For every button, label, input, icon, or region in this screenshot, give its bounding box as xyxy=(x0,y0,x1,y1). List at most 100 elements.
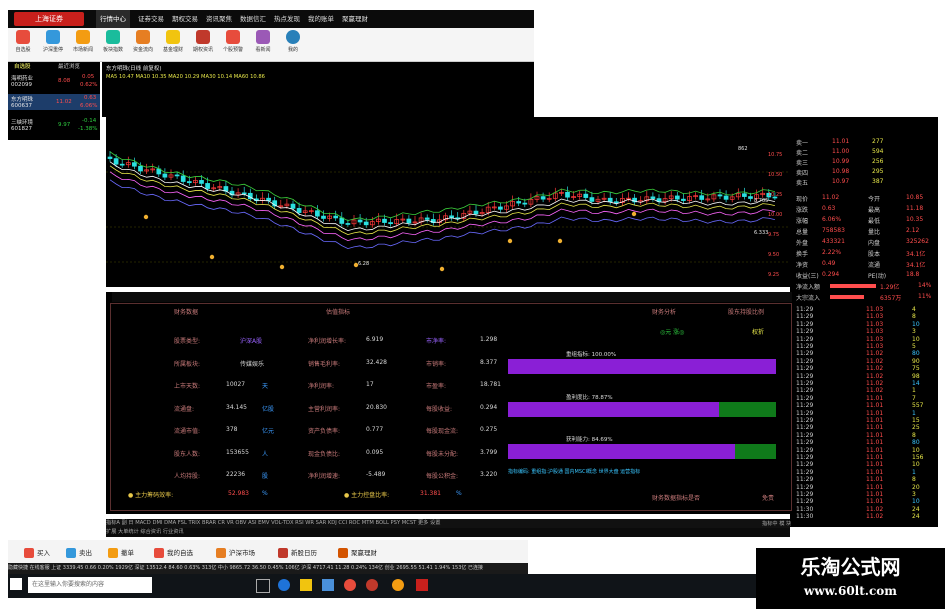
my-watchlist-button[interactable]: 我的自选 xyxy=(154,547,193,558)
tick-volume: 24 xyxy=(912,513,920,521)
cancel-order-button[interactable]: 撤单 xyxy=(108,547,134,558)
fin-unit: 股 xyxy=(262,473,269,480)
menu-item-bill[interactable]: 我的账单 xyxy=(304,10,338,28)
menu-item-news[interactable]: 资讯聚焦 xyxy=(202,10,236,28)
app-icon[interactable] xyxy=(392,579,404,591)
stat-label: 量比 xyxy=(868,229,881,236)
store-icon[interactable] xyxy=(322,579,334,591)
finance-button[interactable]: 聚赢理财 xyxy=(338,547,377,558)
ipo-calendar-button[interactable]: 新股日历 xyxy=(278,547,317,558)
fin-value: 32.428 xyxy=(366,358,387,366)
stat-value: 433321 xyxy=(822,238,845,245)
tool-sector[interactable]: 板块指数 xyxy=(102,30,124,53)
buy-button[interactable]: 买入 xyxy=(24,547,50,558)
app-icon[interactable] xyxy=(366,579,378,591)
tick-price: 11.01 xyxy=(866,468,884,476)
chart-tabs[interactable]: 东方明珠(日线 前复权) xyxy=(106,64,162,72)
menu-item-hot[interactable]: 热点发现 xyxy=(270,10,304,28)
market-button[interactable]: 沪深市场 xyxy=(216,547,255,558)
watch-row[interactable]: 三峡环境 601827 9.97 -0.14 -1.38% xyxy=(8,118,100,134)
folder-icon[interactable] xyxy=(300,579,312,591)
price-axis: 10.75 10.50 10.25 10.00 9.75 9.50 9.25 xyxy=(768,152,783,278)
indicator-right[interactable]: 指标中 模 块 xyxy=(762,520,791,527)
tool-alert[interactable]: 个股预警 xyxy=(222,30,244,53)
candle-body xyxy=(674,195,680,200)
tick-volume: 156 xyxy=(912,454,924,461)
tick-price: 11.02 xyxy=(866,513,884,521)
windows-start-icon[interactable] xyxy=(10,578,22,590)
flow-label: 净流入额 xyxy=(796,284,821,291)
tick-time: 11:29 xyxy=(796,350,814,358)
watch-row-selected[interactable]: 东方明珠 600637 11.02 0.63 6.06% xyxy=(8,94,100,110)
tool-flow[interactable]: 资金流向 xyxy=(132,30,154,53)
tick-volume: 98 xyxy=(912,372,920,380)
fin-bottom-value: 31.381 xyxy=(420,490,441,497)
menu-item-trade[interactable]: 证券交易 xyxy=(134,10,168,28)
calendar-icon xyxy=(278,548,288,558)
tick-volume: 24 xyxy=(912,505,920,513)
ask-volume: 387 xyxy=(872,178,884,185)
fin-value: 沪深A股 xyxy=(240,338,263,345)
chart-high-label: 862 xyxy=(738,146,748,152)
edge-icon[interactable] xyxy=(278,579,290,591)
fin-right-bottom-link[interactable]: 财务数据指标是否 xyxy=(652,493,700,502)
flow-label: 大宗流入 xyxy=(796,295,821,302)
candle-body xyxy=(107,156,113,159)
candle-body xyxy=(583,193,589,198)
sell-button[interactable]: 卖出 xyxy=(66,547,92,558)
tick-price: 11.01 xyxy=(866,417,884,424)
app-icon[interactable] xyxy=(344,579,356,591)
tab-recent[interactable]: 最近浏览 xyxy=(58,62,80,72)
bar-fill xyxy=(508,401,720,417)
kline-svg xyxy=(106,151,790,272)
tick-price: 11.01 xyxy=(866,461,884,469)
tick-price: 11.01 xyxy=(866,424,884,432)
candle-body xyxy=(186,181,192,184)
fin-label: 股东人数: xyxy=(174,450,201,458)
candle-body xyxy=(138,165,143,172)
analysis-tab[interactable]: 权折 xyxy=(752,327,764,336)
tool-view-news[interactable]: 看新闻 xyxy=(252,30,274,53)
tool-watchlist[interactable]: 自选股 xyxy=(12,30,34,53)
candle-body xyxy=(113,158,119,165)
tick-time: 11:29 xyxy=(796,483,814,491)
tick-time: 11:29 xyxy=(796,380,814,387)
tick-price: 11.02 xyxy=(866,372,884,380)
tool-mine[interactable]: 我的 xyxy=(282,30,304,53)
fund-icon xyxy=(166,30,180,44)
task-view-icon[interactable] xyxy=(256,579,270,593)
menu-item-finance[interactable]: 聚赢理财 xyxy=(338,10,372,28)
fin-unit: 亿元 xyxy=(262,428,275,435)
extension-tabs[interactable]: 扩展 大单统计 综合资讯 行业资讯 xyxy=(106,528,790,537)
tool-market[interactable]: 沪深重停 xyxy=(42,30,64,53)
taskbar-search-input[interactable]: 在这里输入你要搜索的内容 xyxy=(28,577,152,593)
stat-label: 换手 xyxy=(796,251,809,258)
tick-price: 11.02 xyxy=(866,365,884,373)
candle-body xyxy=(699,195,705,200)
cancel-icon xyxy=(108,548,118,558)
menu-item-quotes[interactable]: 行情中心 xyxy=(96,10,130,28)
analysis-tab[interactable]: ◎元 涨◎ xyxy=(660,327,684,336)
candle-body xyxy=(321,215,326,219)
fin-value: 8.377 xyxy=(480,358,498,366)
chart-header-panel xyxy=(102,62,534,117)
tick-time: 11:29 xyxy=(796,402,814,410)
fin-label: 所属板块: xyxy=(174,360,201,368)
tick-price: 11.01 xyxy=(866,394,884,402)
tool-fund[interactable]: 基金理财 xyxy=(162,30,184,53)
market-icon xyxy=(216,548,226,558)
bar-label: 获利能力: 84.69% xyxy=(566,437,613,443)
fin-value: 20.830 xyxy=(366,403,387,411)
fin-label: 市销率: xyxy=(426,360,447,368)
stat-value: 0.63 xyxy=(822,205,836,212)
watch-row[interactable]: 海明药业 002099 8.08 0.05 0.62% xyxy=(8,74,100,90)
tool-news[interactable]: 市场新闻 xyxy=(72,30,94,53)
tab-watchlist[interactable]: 自选股 xyxy=(14,62,31,72)
disclaimer-link[interactable]: 免责 xyxy=(762,493,774,502)
tool-options-news[interactable]: 期权资讯 xyxy=(192,30,214,53)
indicator-tabs[interactable]: 指标A 副 日 MACD DMI DMA FSL TRIX BRAR CR VR… xyxy=(106,519,790,528)
menu-item-options[interactable]: 期权交易 xyxy=(168,10,202,28)
menu-item-data[interactable]: 数据信汇 xyxy=(236,10,270,28)
fin-value: -5.489 xyxy=(366,471,386,478)
app-icon[interactable] xyxy=(416,579,428,591)
